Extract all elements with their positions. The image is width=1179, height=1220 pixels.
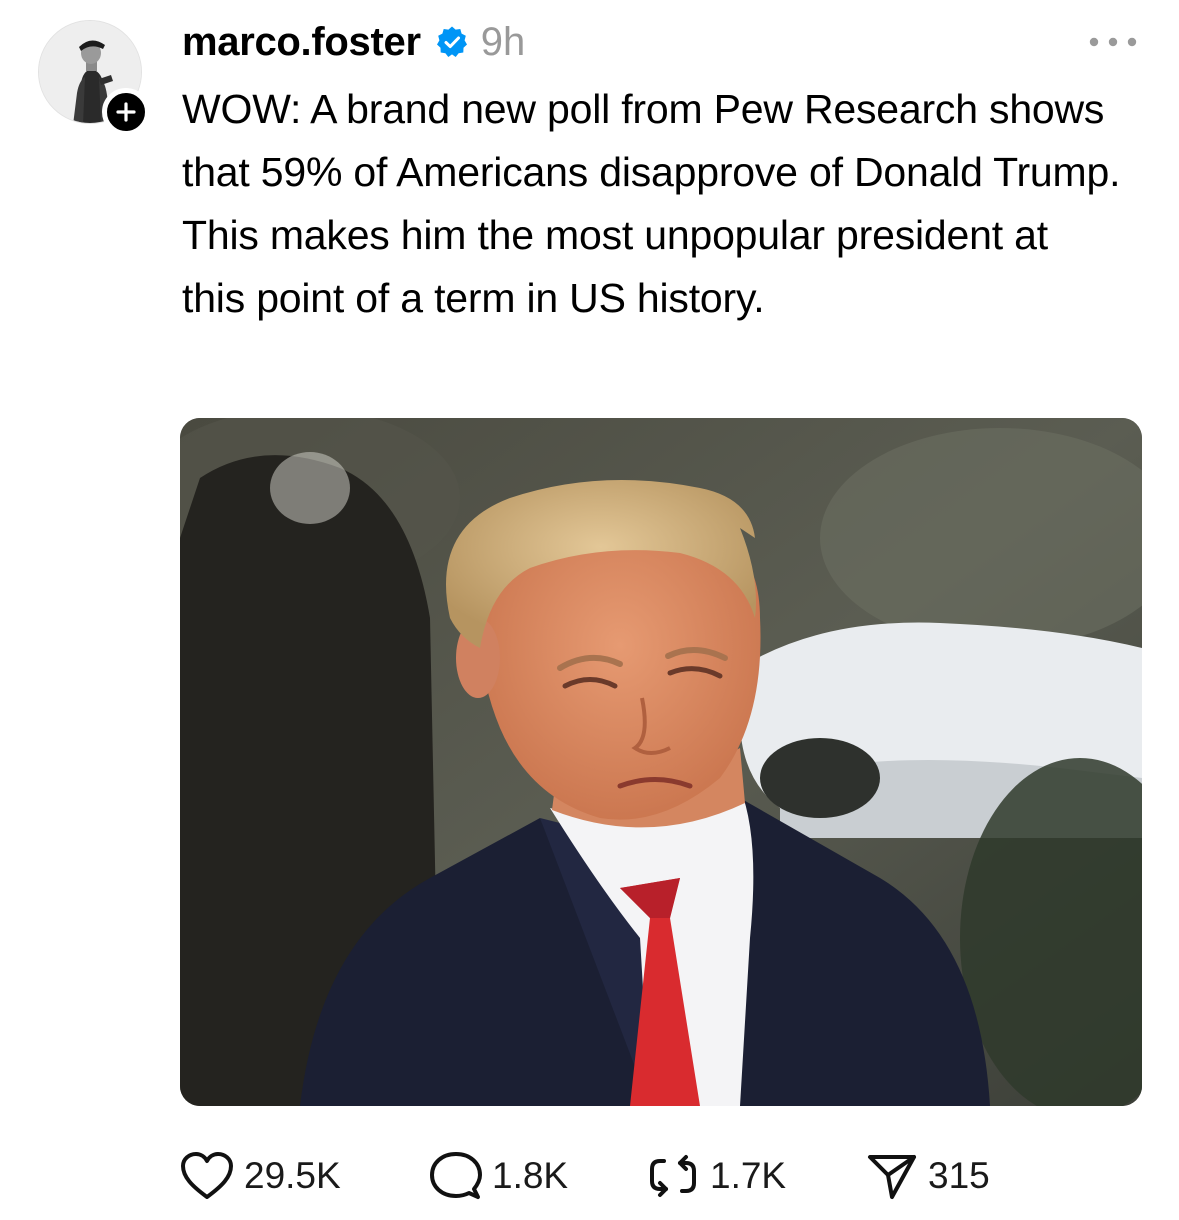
photo-image [180, 418, 1142, 1106]
share-button[interactable]: 315 [866, 1151, 1016, 1201]
verified-badge-icon [435, 25, 469, 59]
post-header: marco.foster 9h [182, 14, 525, 70]
plus-icon [116, 102, 136, 122]
repost-button[interactable]: 1.7K [646, 1151, 866, 1201]
heart-icon [181, 1152, 233, 1199]
paper-plane-icon [868, 1155, 916, 1199]
like-button[interactable]: 29.5K [180, 1151, 430, 1201]
reply-button[interactable]: 1.8K [430, 1151, 646, 1201]
post-text: WOW: A brand new poll from Pew Research … [182, 86, 1121, 321]
repost-arrows-icon [650, 1155, 696, 1197]
post-action-bar: 29.5K 1.8K 1.7K 315 [180, 1146, 1016, 1206]
share-count: 315 [928, 1155, 990, 1196]
more-options-button[interactable] [1086, 28, 1140, 56]
ellipsis-icon [1089, 37, 1137, 47]
like-count: 29.5K [244, 1155, 341, 1196]
post-timestamp: 9h [480, 19, 526, 64]
author-username[interactable]: marco.foster [182, 20, 421, 65]
post-photo[interactable] [180, 418, 1142, 1106]
repost-count: 1.7K [710, 1155, 787, 1196]
speech-bubble-icon [430, 1152, 482, 1199]
reply-count: 1.8K [492, 1155, 569, 1196]
follow-button[interactable] [102, 88, 150, 136]
